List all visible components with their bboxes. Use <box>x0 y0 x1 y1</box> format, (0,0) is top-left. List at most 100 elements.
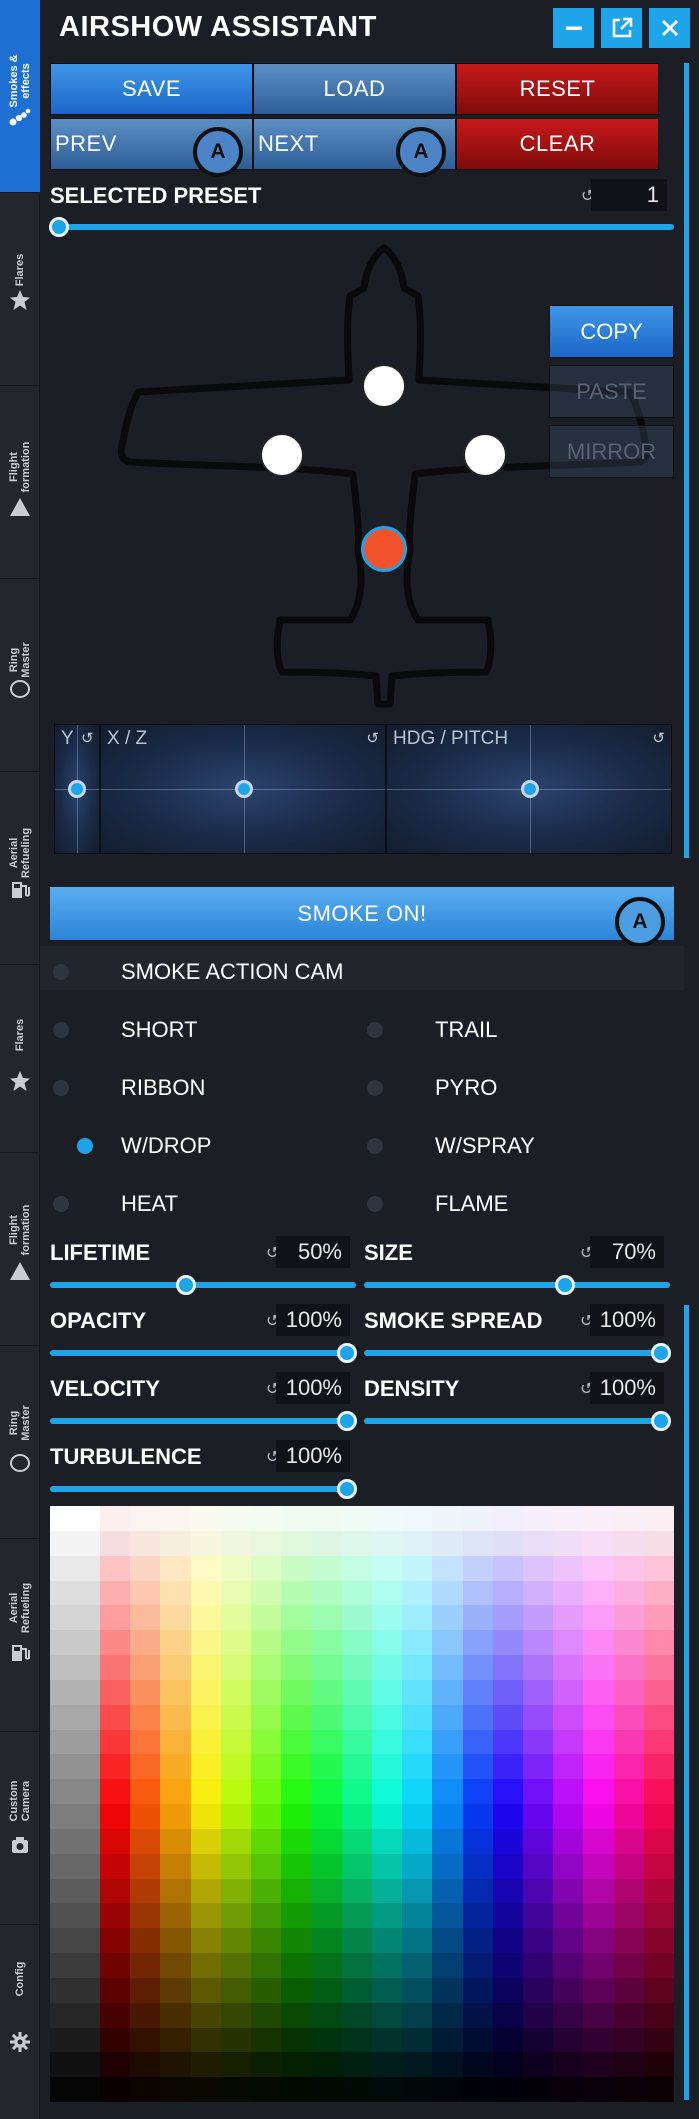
palette-swatch[interactable] <box>251 1853 282 1879</box>
palette-swatch[interactable] <box>553 2077 584 2102</box>
preset-value[interactable]: 1 <box>591 179 667 211</box>
palette-swatch-gray[interactable] <box>50 1605 100 1631</box>
palette-swatch[interactable] <box>130 1704 161 1730</box>
palette-swatch[interactable] <box>643 1754 674 1780</box>
palette-swatch[interactable] <box>190 1928 221 1953</box>
lifetime-slider-thumb[interactable] <box>176 1275 196 1295</box>
palette-swatch[interactable] <box>130 1953 161 1978</box>
palette-swatch[interactable] <box>553 2052 584 2078</box>
reset-button[interactable]: RESET <box>456 63 659 115</box>
palette-swatch[interactable] <box>220 1804 252 1829</box>
palette-swatch[interactable] <box>613 1804 644 1829</box>
palette-swatch[interactable] <box>190 1804 221 1829</box>
palette-swatch[interactable] <box>130 2027 161 2053</box>
turbulence-slider-track[interactable] <box>50 1486 356 1492</box>
palette-swatch[interactable] <box>402 1853 433 1879</box>
palette-swatch[interactable] <box>402 2077 433 2102</box>
palette-swatch[interactable] <box>432 1679 463 1705</box>
sidebar-tab-config[interactable]: Config <box>0 1925 40 2119</box>
palette-swatch[interactable] <box>100 1679 131 1705</box>
palette-swatch[interactable] <box>613 1655 644 1680</box>
palette-swatch[interactable] <box>190 2052 221 2078</box>
palette-swatch[interactable] <box>251 1977 282 2003</box>
palette-swatch[interactable] <box>643 1828 674 1854</box>
palette-swatch[interactable] <box>553 1804 584 1829</box>
turbulence-slider-thumb[interactable] <box>337 1479 357 1499</box>
palette-swatch[interactable] <box>522 1977 554 2003</box>
palette-swatch[interactable] <box>643 1506 674 1531</box>
palette-swatch[interactable] <box>311 1977 342 2003</box>
palette-swatch[interactable] <box>220 1605 252 1631</box>
palette-swatch[interactable] <box>190 2002 221 2028</box>
velocity-slider-track[interactable] <box>50 1418 356 1424</box>
palette-swatch[interactable] <box>311 1506 342 1531</box>
palette-swatch[interactable] <box>553 1704 584 1730</box>
palette-swatch[interactable] <box>643 1555 674 1581</box>
sidebar-tab-flight-formation-2[interactable]: Flight formation <box>0 1153 40 1346</box>
palette-swatch[interactable] <box>281 2052 312 2078</box>
palette-swatch[interactable] <box>371 2027 403 2053</box>
palette-swatch-gray[interactable] <box>50 1853 100 1879</box>
palette-swatch[interactable] <box>281 1630 312 1655</box>
palette-swatch-gray[interactable] <box>50 1530 100 1556</box>
palette-swatch[interactable] <box>130 1530 161 1556</box>
palette-swatch-gray[interactable] <box>50 1555 100 1581</box>
palette-swatch[interactable] <box>190 1903 221 1929</box>
palette-swatch[interactable] <box>583 1878 614 1904</box>
palette-swatch[interactable] <box>402 1555 433 1581</box>
palette-swatch[interactable] <box>643 1704 674 1730</box>
xz-pad-reset-icon[interactable]: ↺ <box>366 729 379 747</box>
palette-swatch[interactable] <box>311 1580 342 1606</box>
palette-swatch[interactable] <box>341 1977 372 2003</box>
palette-swatch[interactable] <box>643 1903 674 1929</box>
palette-swatch[interactable] <box>553 1878 584 1904</box>
palette-swatch[interactable] <box>251 1580 282 1606</box>
palette-swatch[interactable] <box>522 1506 554 1531</box>
palette-swatch[interactable] <box>341 1828 372 1854</box>
palette-swatch[interactable] <box>522 1704 554 1730</box>
palette-swatch[interactable] <box>462 1729 493 1755</box>
palette-swatch[interactable] <box>100 1953 131 1978</box>
palette-swatch[interactable] <box>432 1953 463 1978</box>
preset-slider-track[interactable] <box>50 224 674 230</box>
palette-swatch[interactable] <box>553 1754 584 1780</box>
palette-swatch[interactable] <box>583 1903 614 1929</box>
sidebar-tab-flares[interactable]: Flares <box>0 193 40 386</box>
palette-swatch[interactable] <box>130 1903 161 1929</box>
palette-swatch-gray[interactable] <box>50 2077 100 2102</box>
palette-swatch[interactable] <box>130 1679 161 1705</box>
palette-swatch[interactable] <box>341 1729 372 1755</box>
palette-swatch[interactable] <box>371 1679 403 1705</box>
palette-swatch[interactable] <box>432 1977 463 2003</box>
palette-swatch[interactable] <box>432 2027 463 2053</box>
palette-swatch[interactable] <box>341 1530 372 1556</box>
palette-swatch[interactable] <box>402 1506 433 1531</box>
palette-swatch[interactable] <box>432 1853 463 1879</box>
smoke-point-right-wing[interactable] <box>463 433 507 477</box>
palette-swatch[interactable] <box>100 1853 131 1879</box>
palette-swatch[interactable] <box>613 1506 644 1531</box>
palette-swatch[interactable] <box>160 1679 191 1705</box>
palette-swatch[interactable] <box>492 2002 523 2028</box>
opacity-slider-track[interactable] <box>50 1350 356 1356</box>
palette-swatch[interactable] <box>190 1679 221 1705</box>
palette-swatch[interactable] <box>190 1555 221 1581</box>
sidebar-tab-smokes-effects[interactable]: Smokes & effects <box>0 0 40 193</box>
density-slider-thumb[interactable] <box>651 1411 671 1431</box>
palette-swatch[interactable] <box>522 1605 554 1631</box>
palette-swatch[interactable] <box>311 1853 342 1879</box>
hdg-pitch-pad-reset-icon[interactable]: ↺ <box>652 729 665 747</box>
upper-scrollbar[interactable] <box>684 63 689 858</box>
palette-swatch[interactable] <box>371 1754 403 1780</box>
palette-swatch[interactable] <box>583 1977 614 2003</box>
palette-swatch-gray[interactable] <box>50 1754 100 1780</box>
palette-swatch[interactable] <box>492 1506 523 1531</box>
palette-swatch[interactable] <box>130 2052 161 2078</box>
palette-swatch[interactable] <box>251 1779 282 1804</box>
palette-swatch[interactable] <box>190 1729 221 1755</box>
palette-swatch[interactable] <box>402 1580 433 1606</box>
palette-swatch[interactable] <box>220 1953 252 1978</box>
palette-swatch[interactable] <box>130 1928 161 1953</box>
clear-button[interactable]: CLEAR <box>456 118 659 170</box>
palette-swatch[interactable] <box>553 1729 584 1755</box>
